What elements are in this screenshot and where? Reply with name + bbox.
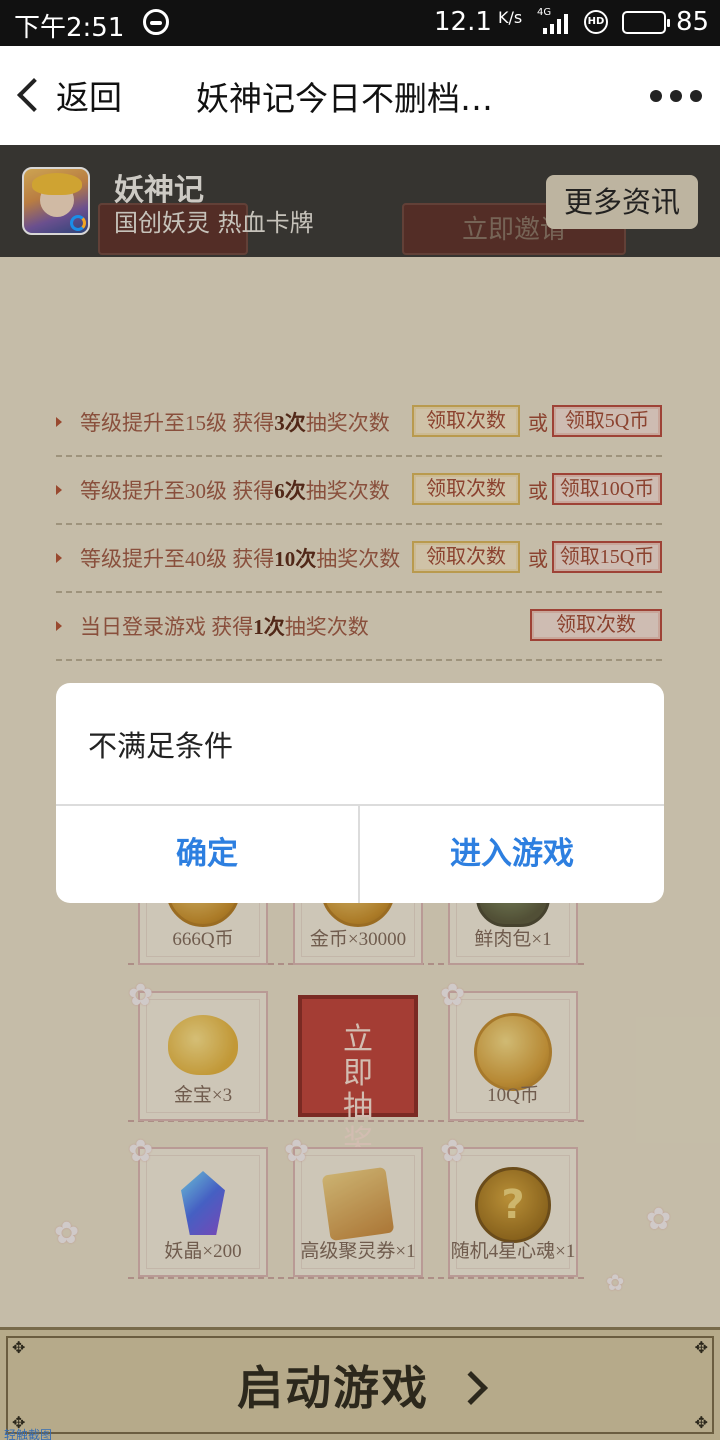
battery-level: 85 — [676, 7, 710, 37]
battery-icon — [622, 11, 670, 34]
back-label: 返回 — [56, 78, 122, 117]
clock: 下午2:51 — [14, 13, 125, 43]
nav-bar: 返回 妖神记今日不删档… — [0, 46, 720, 145]
app-badge-icon — [70, 215, 86, 231]
notification-icon — [143, 9, 169, 35]
confirm-button[interactable]: 确定 — [56, 806, 358, 903]
alert-dialog: 不满足条件 确定 进入游戏 — [56, 683, 664, 903]
page-content: 立即邀请 妖神记 国创妖灵 热血卡牌 更多资讯 等级提升至15级 获得3次抽奖次… — [0, 145, 720, 1440]
more-options-icon[interactable] — [650, 90, 702, 102]
enter-game-button[interactable]: 进入游戏 — [360, 806, 664, 903]
network-speed: 12.1 — [434, 7, 492, 37]
hd-voice-icon: HD — [584, 10, 608, 34]
dialog-message: 不满足条件 — [88, 729, 234, 763]
chevron-left-icon — [17, 78, 51, 112]
status-bar: 下午2:51 12.1 K/s 4G HD 85 — [0, 0, 720, 46]
page-title: 妖神记今日不删档… — [196, 79, 493, 118]
network-speed-unit: K/s — [498, 8, 523, 27]
back-button[interactable]: 返回 — [14, 72, 122, 118]
signal-icon — [543, 14, 569, 34]
